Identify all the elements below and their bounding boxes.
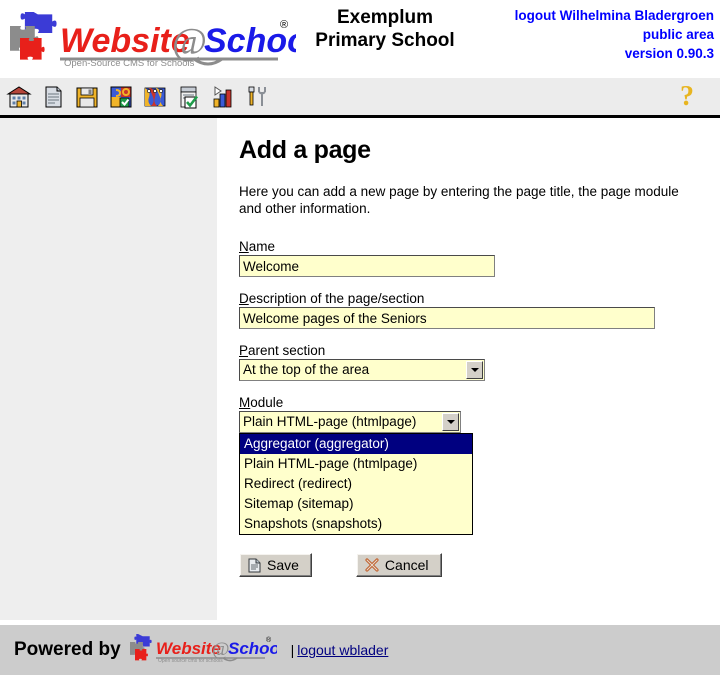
- user-name: Wilhelmina Bladergroen: [559, 8, 714, 23]
- description-input[interactable]: [239, 307, 655, 329]
- field-group-module: Module Plain HTML-page (htmlpage) Aggreg…: [239, 395, 702, 535]
- module-select[interactable]: Plain HTML-page (htmlpage): [239, 411, 461, 433]
- footer-website-at-school-logo[interactable]: Website @ School ® Open source cms for s…: [129, 634, 277, 666]
- module-label-rest: odule: [250, 395, 284, 410]
- parent-section-select[interactable]: At the top of the area: [239, 359, 485, 381]
- footer-logout-block: | logout wblader: [291, 642, 389, 658]
- puzzle-icon: [129, 634, 152, 661]
- module-option[interactable]: Plain HTML-page (htmlpage): [240, 454, 472, 474]
- help-icon-glyph: ?: [680, 80, 694, 112]
- module-dropdown-list[interactable]: Aggregator (aggregator) Plain HTML-page …: [239, 433, 473, 535]
- page-footer: Powered by Website @ School ® Open sourc…: [0, 623, 720, 675]
- svg-text:Website: Website: [60, 22, 190, 60]
- cancel-button-label: Cancel: [384, 557, 429, 573]
- user-info-block: logout Wilhelmina Bladergroen public are…: [474, 0, 720, 63]
- page-intro-text: Here you can add a new page by entering …: [239, 184, 679, 216]
- module-option[interactable]: Aggregator (aggregator): [240, 434, 472, 454]
- svg-text:®: ®: [266, 636, 272, 644]
- page-icon[interactable]: [38, 82, 68, 112]
- field-group-parent-section: Parent section At the top of the area: [239, 343, 702, 381]
- toolbar-icon-group: [4, 82, 272, 112]
- brand-logo: Website @ School ® Open-Source CMS for S…: [0, 0, 296, 70]
- save-button-label: Save: [267, 557, 299, 573]
- school-name: Exemplum Primary School: [296, 0, 474, 52]
- floppy-save-icon[interactable]: [72, 82, 102, 112]
- main-content: Add a page Here you can add a new page b…: [217, 118, 720, 620]
- svg-text:Open source cms for schools: Open source cms for schools: [158, 658, 223, 664]
- form-actions: Save Cancel: [239, 553, 702, 577]
- logout-link[interactable]: logout: [515, 8, 556, 23]
- help-icon[interactable]: ?: [672, 82, 702, 112]
- cancel-x-icon: [365, 558, 379, 572]
- svg-text:@: @: [212, 639, 230, 660]
- tools-icon[interactable]: [242, 82, 272, 112]
- school-name-line2: Primary School: [315, 30, 455, 51]
- main-toolbar: ?: [0, 78, 720, 118]
- area-label: public area: [642, 27, 714, 42]
- module-option[interactable]: Snapshots (snapshots): [240, 514, 472, 534]
- home-icon[interactable]: [4, 82, 34, 112]
- parent-section-label: Parent section: [239, 343, 702, 358]
- name-input[interactable]: [239, 255, 495, 277]
- version-label: version 0.90.3: [624, 46, 714, 61]
- page-title: Add a page: [239, 136, 371, 164]
- parent-section-selected-value: At the top of the area: [243, 362, 370, 377]
- footer-separator: |: [290, 642, 295, 658]
- name-label-accesskey: N: [239, 239, 249, 254]
- powered-by-label: Powered by: [14, 639, 121, 660]
- field-group-name: Name: [239, 239, 702, 277]
- svg-text:®: ®: [280, 19, 288, 31]
- svg-text:Open-Source CMS for Schools: Open-Source CMS for Schools: [64, 58, 195, 69]
- page-header: Website @ School ® Open-Source CMS for S…: [0, 0, 720, 78]
- field-group-description: Description of the page/section: [239, 291, 702, 329]
- module-label-accesskey: M: [239, 395, 251, 410]
- svg-text:@: @: [172, 21, 207, 63]
- chevron-down-icon[interactable]: [442, 413, 459, 431]
- document-icon: [248, 558, 261, 572]
- puzzle-icon: [10, 12, 57, 60]
- cancel-button[interactable]: Cancel: [355, 553, 442, 577]
- website-at-school-logo-svg: Website @ School ® Open-Source CMS for S…: [10, 12, 296, 69]
- name-label: Name: [239, 239, 702, 254]
- logout-user-line[interactable]: logout Wilhelmina Bladergroen: [474, 6, 714, 25]
- page-body: Add a page Here you can add a new page b…: [0, 118, 720, 620]
- module-option[interactable]: Sitemap (sitemap): [240, 494, 472, 514]
- sidebar: [0, 118, 217, 620]
- save-button[interactable]: Save: [239, 553, 312, 577]
- school-name-line1: Exemplum: [336, 7, 434, 28]
- name-label-rest: ame: [248, 239, 276, 254]
- description-label-rest: escription of the page/section: [248, 291, 425, 306]
- module-label: Module: [239, 395, 702, 410]
- module-selected-value: Plain HTML-page (htmlpage): [243, 414, 417, 429]
- statistics-chart-icon[interactable]: [208, 82, 238, 112]
- footer-logout-link[interactable]: logout wblader: [297, 642, 388, 658]
- chevron-down-icon[interactable]: [466, 361, 483, 379]
- users-icon[interactable]: [140, 82, 170, 112]
- modules-puzzle-icon[interactable]: [106, 82, 136, 112]
- module-option[interactable]: Redirect (redirect): [240, 474, 472, 494]
- description-label: Description of the page/section: [239, 291, 702, 306]
- parent-section-label-accesskey: P: [239, 343, 249, 358]
- checklist-icon[interactable]: [174, 82, 204, 112]
- description-label-accesskey: D: [239, 291, 249, 306]
- parent-section-label-rest: arent section: [248, 343, 326, 358]
